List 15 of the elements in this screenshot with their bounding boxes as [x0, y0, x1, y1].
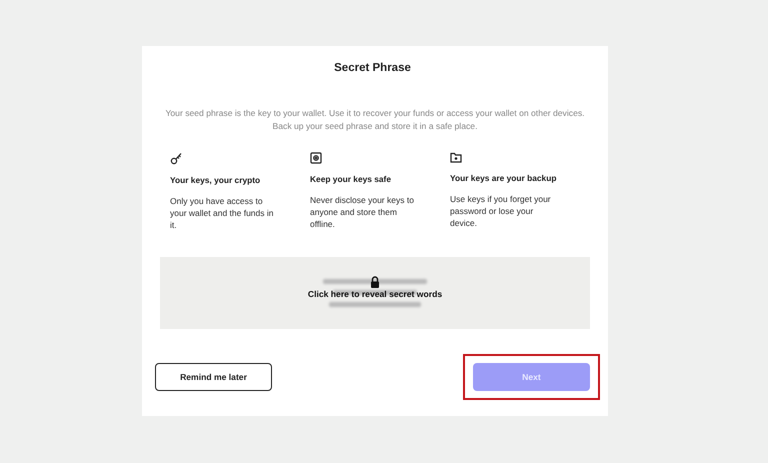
feature-text: Use keys if you forget your password or lose your device.	[450, 193, 552, 229]
feature-heading: Your keys, your crypto	[170, 175, 260, 185]
feature-heading: Your keys are your backup	[450, 173, 556, 183]
key-icon	[170, 152, 182, 165]
reveal-panel[interactable]: Click here to reveal secret words	[160, 257, 590, 329]
dialog-title: Secret Phrase	[333, 62, 412, 76]
feature-text: Only you have access to your wallet and the funds in it.	[170, 195, 274, 231]
remind-later-button[interactable]: Remind me later	[155, 363, 272, 391]
folder-icon	[450, 152, 462, 163]
feature-text: Never disclose your keys to anyone and store them offline.	[310, 194, 415, 230]
safe-icon	[310, 152, 322, 164]
feature-heading: Keep your keys safe	[310, 174, 392, 184]
lock-icon	[370, 276, 380, 288]
description-text: Your seed phrase is the key to your wallet. Use it to recover your funds or access your wallet on other devices. Back up your seed phrase and store it in a safe place.	[164, 107, 586, 133]
reveal-label: Click here to reveal secret words	[308, 289, 442, 299]
